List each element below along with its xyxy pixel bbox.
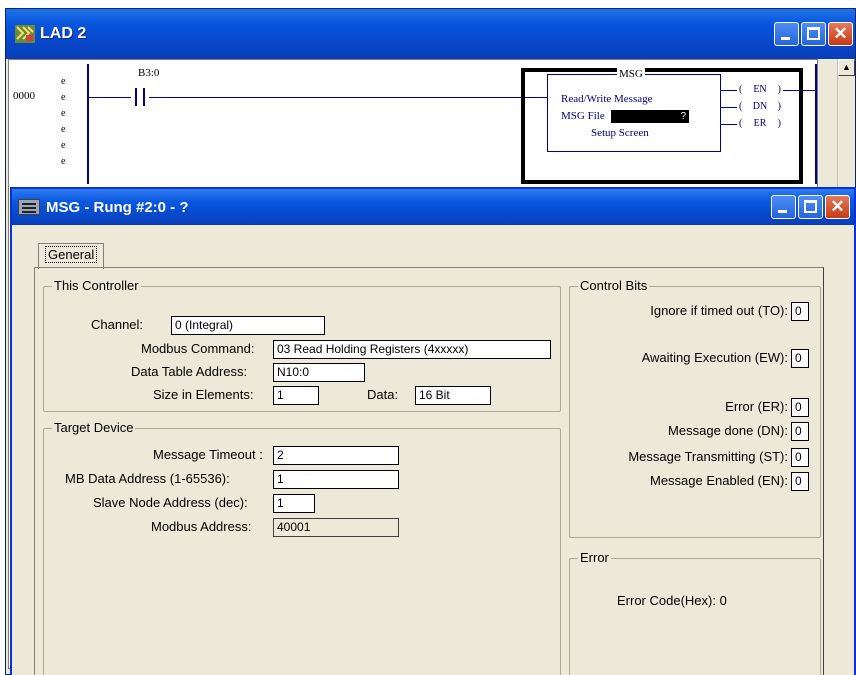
dialog-minimize-button[interactable]: [771, 195, 796, 219]
msg-dialog: MSG - Rung #2:0 - ? ✕ General This Contr…: [10, 187, 856, 675]
close-icon: ✕: [833, 24, 848, 43]
left-power-rail: [87, 64, 89, 184]
tab-general-label: General: [45, 246, 98, 263]
target-device-legend: Target Device: [52, 420, 136, 435]
coil-er[interactable]: ER: [737, 117, 783, 131]
to-bit-label: Ignore if timed out (TO):: [650, 303, 788, 318]
dn-bit-label: Message done (DN):: [668, 423, 788, 438]
lad-window-title: LAD 2: [40, 25, 87, 42]
msg-file-label: MSG File: [561, 110, 605, 122]
mb-data-address-field[interactable]: 1: [273, 470, 399, 489]
lad-titlebar[interactable]: LAD 2 ✕: [6, 9, 855, 59]
rung-wire: [721, 107, 737, 108]
data-label: Data:: [367, 387, 399, 402]
er-bit-label: Error (ER):: [725, 399, 788, 414]
target-device-group: Target Device: [43, 420, 561, 675]
rung-marker: e: [61, 140, 66, 151]
msg-dialog-title: MSG - Rung #2:0 - ?: [46, 198, 189, 216]
error-legend: Error: [578, 550, 611, 565]
general-tab-panel: This Controller Channel: 0 (Integral) Mo…: [34, 267, 824, 675]
modbus-address-field: 40001: [273, 518, 399, 537]
close-icon: ✕: [830, 197, 845, 216]
rung-wire: [89, 97, 131, 98]
size-in-elements-label: Size in Elements:: [153, 387, 254, 402]
data-table-address-label: Data Table Address:: [131, 364, 248, 379]
rung-wire: [783, 90, 815, 91]
ew-bit-value: 0: [791, 349, 809, 368]
to-bit-checkbox[interactable]: 0: [791, 302, 809, 321]
msg-block-line1: Read/Write Message: [561, 93, 653, 105]
error-code-text: Error Code(Hex): 0: [617, 593, 727, 608]
rung-marker: e: [61, 124, 66, 135]
rung-wire: [149, 97, 547, 98]
maximize-icon: [807, 27, 820, 40]
msg-block-title: MSG: [617, 68, 645, 80]
er-bit-value: 0: [791, 398, 809, 417]
en-bit-label: Message Enabled (EN):: [649, 473, 788, 488]
coil-en[interactable]: EN: [737, 83, 783, 97]
modbus-command-label: Modbus Command:: [141, 341, 255, 356]
right-power-rail: [815, 64, 817, 184]
dn-bit-value: 0: [791, 422, 809, 441]
msg-dialog-icon: [18, 199, 40, 215]
channel-field[interactable]: 0 (Integral): [171, 316, 325, 335]
slave-node-address-label: Slave Node Address (dec):: [93, 495, 248, 510]
rung-wire: [721, 124, 737, 125]
lad-maximize-button[interactable]: [801, 22, 826, 46]
message-timeout-label: Message Timeout :: [153, 447, 263, 462]
lad-close-button[interactable]: ✕: [828, 22, 853, 46]
dialog-maximize-button[interactable]: [798, 195, 823, 219]
msg-dialog-titlebar[interactable]: MSG - Rung #2:0 - ? ✕: [12, 189, 854, 225]
dialog-close-button[interactable]: ✕: [825, 195, 850, 219]
scroll-up-arrow-icon[interactable]: ▲: [838, 59, 855, 76]
data-type-select[interactable]: 16 Bit: [415, 386, 491, 405]
control-bits-legend: Control Bits: [578, 278, 650, 293]
this-controller-legend: This Controller: [52, 278, 141, 293]
msg-block-line3: Setup Screen: [591, 127, 649, 139]
st-bit-value: 0: [791, 448, 809, 467]
rung-wire: [721, 90, 737, 91]
ew-bit-label: Awaiting Execution (EW):: [641, 350, 788, 365]
contact-address: B3:0: [138, 67, 160, 79]
rung-number: 0000: [13, 90, 35, 102]
coil-dn[interactable]: DN: [737, 100, 783, 114]
lad-minimize-button[interactable]: [774, 22, 799, 46]
tab-general[interactable]: General: [38, 243, 105, 269]
xic-contact[interactable]: [131, 88, 149, 106]
msg-file-field[interactable]: ?: [611, 110, 689, 123]
data-table-address-field[interactable]: N10:0: [273, 363, 365, 382]
rung-marker: e: [61, 108, 66, 119]
error-group: Error: [569, 550, 821, 675]
maximize-icon: [804, 200, 817, 213]
slave-node-address-field[interactable]: 1: [273, 494, 315, 513]
modbus-address-label: Modbus Address:: [151, 519, 252, 534]
modbus-command-select[interactable]: 03 Read Holding Registers (4xxxxx): [273, 340, 551, 359]
rung-marker: e: [61, 156, 66, 167]
minimize-icon: [781, 37, 790, 40]
channel-label: Channel:: [91, 317, 144, 332]
ladder-app-icon: [14, 23, 36, 45]
minimize-icon: [778, 210, 787, 213]
st-bit-label: Message Transmitting (ST):: [628, 449, 788, 464]
rung-marker: e: [61, 92, 66, 103]
en-bit-value: 0: [791, 472, 809, 491]
rung-marker: e: [61, 76, 66, 87]
size-in-elements-field[interactable]: 1: [273, 386, 319, 405]
message-timeout-field[interactable]: 2: [273, 446, 399, 465]
mb-data-address-label: MB Data Address (1-65536):: [65, 471, 230, 486]
